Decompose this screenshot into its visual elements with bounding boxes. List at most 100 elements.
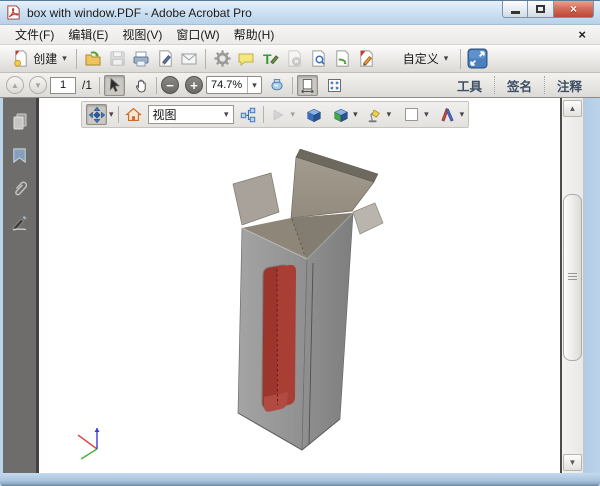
menu-file[interactable]: 文件(F) [8,24,61,45]
zoom-level-select[interactable]: 74.7% ▾ [206,76,262,94]
fit-page-button[interactable] [324,75,345,96]
three-d-tool-icon [268,76,286,94]
open-file-icon [83,49,103,69]
play-caret-icon: ▾ [291,109,296,120]
axis-triad [78,428,100,459]
send-email-button[interactable] [177,47,201,71]
minimize-icon [511,11,520,14]
sign-document-button[interactable] [153,47,177,71]
highlight-text-button[interactable]: T [258,47,282,71]
box-flap-right [353,203,383,234]
page-search-icon [309,49,328,68]
cross-section-button[interactable] [437,104,458,125]
hand-tool-button[interactable] [131,75,152,96]
minimize-button[interactable] [502,1,528,18]
select-tool-button[interactable] [104,75,125,96]
zoom-in-button[interactable]: + [185,76,203,94]
background-caret-icon[interactable]: ▾ [424,109,429,120]
3d-box-model[interactable] [39,98,558,473]
create-pdf-icon [11,49,30,68]
customize-label: 自定义 [403,50,439,67]
navigation-sidebar [3,98,39,473]
customize-button[interactable]: 自定义 ▾ [392,47,456,71]
menu-edit[interactable]: 编辑(E) [61,24,115,45]
extra-lighting-button[interactable] [364,104,385,125]
window-title: box with window.PDF - Adobe Acrobat Pro [27,6,252,20]
acrobat-pdf-icon [6,5,21,20]
model-tree-button[interactable] [238,104,259,125]
page-search-button[interactable] [306,47,330,71]
comment-panel-button[interactable]: 注释 [545,73,594,97]
next-page-button: ▼ [29,76,47,94]
views-label: 视图 [153,106,177,123]
rotate-caret-icon[interactable]: ▾ [109,109,114,120]
window-border-bottom [0,473,600,486]
signatures-button[interactable] [8,210,32,236]
rotate-tool-icon [88,106,106,124]
separator [156,77,157,94]
fit-page-icon [326,77,343,94]
play-animation-button [268,104,289,125]
views-select[interactable]: 视图 ▾ [148,105,234,124]
print-button[interactable] [129,47,153,71]
fit-width-icon [299,77,316,94]
three-d-tool-button[interactable] [267,75,288,96]
tools-panel-button[interactable]: 工具 [445,73,494,97]
lighting-lamp-icon [365,106,383,124]
page-total-label: /1 [82,78,92,92]
create-button[interactable]: 创建 ▾ [6,47,72,71]
main-area: ▾ 视图 ▾ [0,98,600,473]
background-color-icon [403,106,420,123]
menu-window[interactable]: 窗口(W) [169,24,226,45]
vertical-scrollbar[interactable]: ▲ ▼ [562,98,584,473]
menu-view[interactable]: 视图(V) [115,24,169,45]
separator [76,49,77,69]
close-button[interactable]: × [554,1,594,18]
menu-help[interactable]: 帮助(H) [227,24,282,45]
lighting-caret-icon[interactable]: ▾ [387,109,392,120]
page-thumbnails-button[interactable] [8,108,32,134]
hand-tool-icon [133,77,150,94]
edit-form-button[interactable] [354,47,378,71]
scroll-up-button[interactable]: ▲ [563,100,582,117]
page-number-input[interactable]: 1 [50,77,76,94]
model-tree-icon [239,106,257,124]
zoom-caret-icon: ▾ [247,77,257,93]
export-file-button[interactable] [330,47,354,71]
expand-window-button[interactable] [465,47,489,71]
send-email-icon [179,49,199,69]
scroll-down-button[interactable]: ▼ [563,454,582,471]
render-mode-caret-icon[interactable]: ▾ [353,109,358,120]
delete-page-button [282,47,306,71]
zoom-out-button[interactable]: − [161,76,179,94]
sign-document-icon [156,49,175,68]
signatures-icon [10,213,30,233]
scrollbar-thumb[interactable] [563,194,582,361]
rotate-tool-button[interactable] [86,104,107,125]
sign-panel-button[interactable]: 签名 [495,73,544,97]
background-color-button[interactable] [401,104,422,125]
maximize-icon [536,5,545,13]
attachments-button[interactable] [8,176,32,202]
document-page[interactable]: ▾ 视图 ▾ [39,98,560,473]
menubar-close-icon[interactable]: × [572,27,592,42]
bookmarks-button[interactable] [8,142,32,168]
home-view-button[interactable] [123,104,144,125]
title-bar: box with window.PDF - Adobe Acrobat Pro … [0,1,600,25]
create-caret-icon: ▾ [62,53,67,64]
separator [99,77,100,94]
fit-width-button[interactable] [297,75,318,96]
settings-button[interactable] [210,47,234,71]
main-toolbar: 创建 ▾ [0,45,600,73]
maximize-button[interactable] [528,1,554,18]
projection-button[interactable] [303,104,324,125]
comment-bubble-icon [236,49,256,69]
3d-toolbar: ▾ 视图 ▾ [81,101,469,128]
window-border-right [584,98,600,473]
scroll-down-icon: ▼ [569,458,577,467]
open-file-button[interactable] [81,47,105,71]
add-comment-button[interactable] [234,47,258,71]
cross-section-caret-icon[interactable]: ▾ [460,109,465,120]
next-page-icon: ▼ [34,81,42,90]
render-mode-button[interactable] [330,104,351,125]
